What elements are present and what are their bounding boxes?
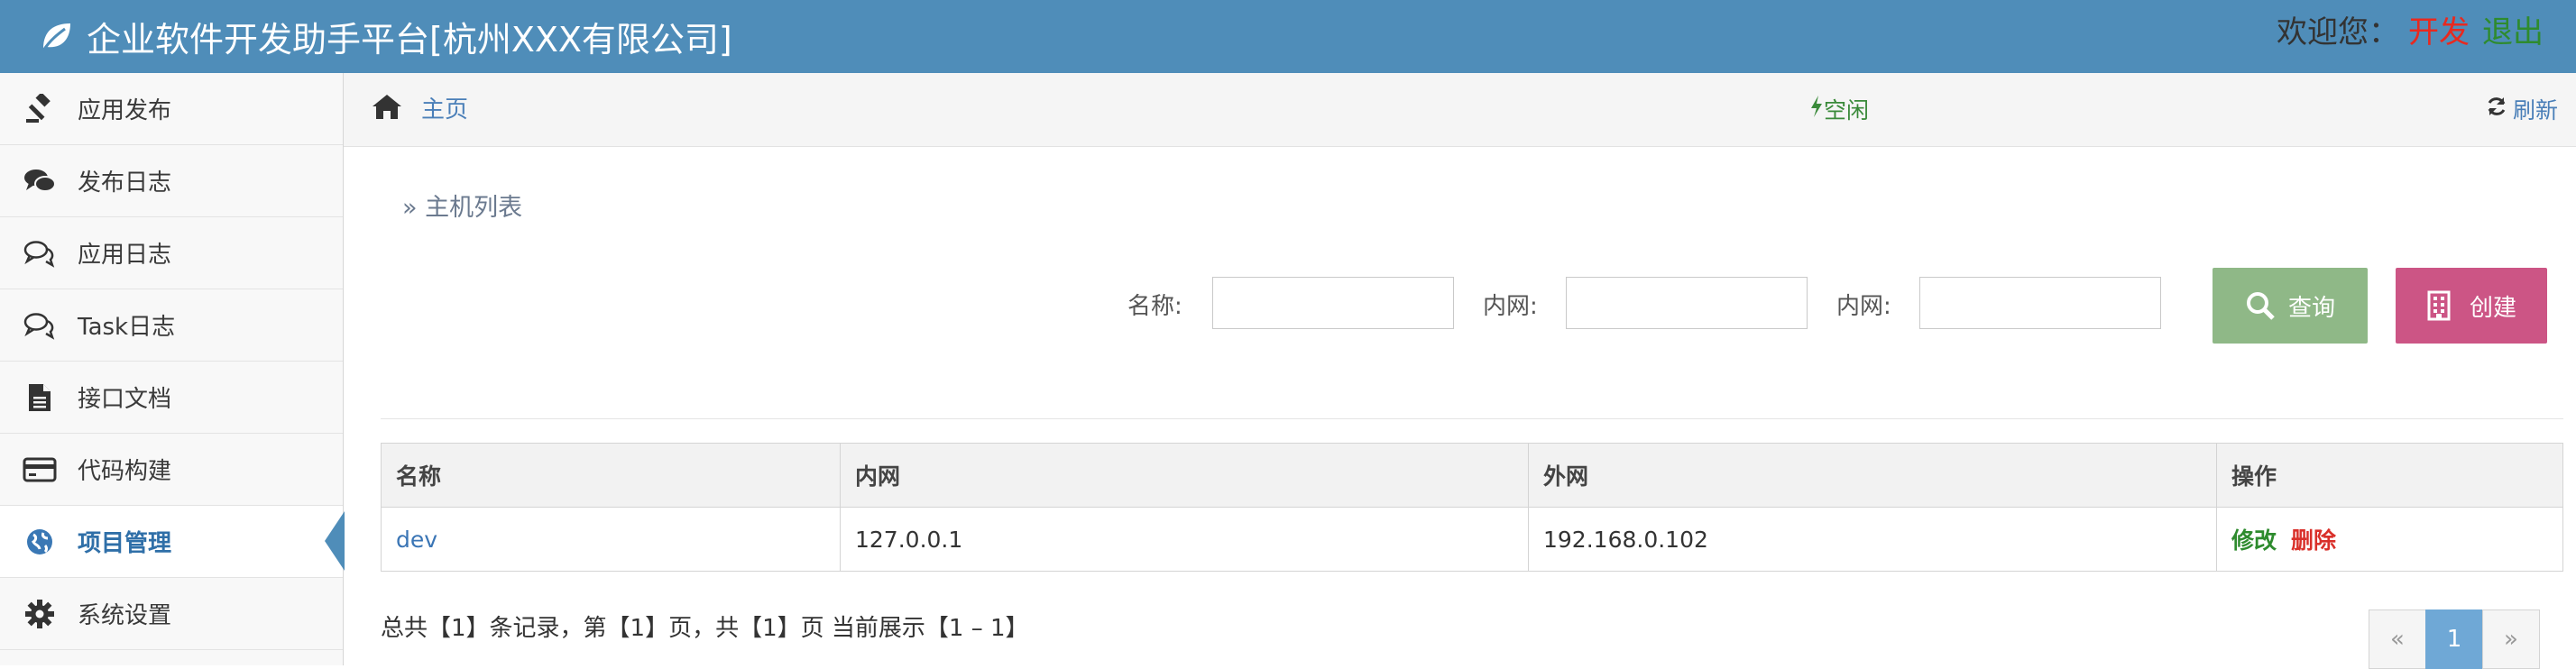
- sidebar-item-label: 应用日志: [78, 242, 172, 269]
- sidebar-item-label: 发布日志: [78, 170, 172, 197]
- sidebar-item-task-log[interactable]: Task日志: [0, 289, 343, 362]
- page-button-current[interactable]: 1: [2425, 609, 2483, 669]
- pagination: « 1 »: [2369, 609, 2540, 669]
- sidebar-item-label: 项目管理: [78, 530, 172, 557]
- home-link[interactable]: 主页: [421, 91, 468, 124]
- top-bar: 企业软件开发助手平台[杭州XXX有限公司] 欢迎您： 开发 退出: [0, 0, 2576, 73]
- sidebar-item-label: 应用发布: [78, 97, 172, 124]
- intranet-filter-label-2: 内网:: [1836, 293, 1891, 320]
- sidebar-item-project-management[interactable]: 项目管理: [0, 506, 345, 578]
- column-header-extranet: 外网: [1528, 443, 2217, 508]
- sidebar-item-label: Task日志: [78, 314, 176, 341]
- main-content: » 主机列表 名称: 内网: 内网: 查询 创建 名称 内网 外网 操作 dev…: [344, 146, 2576, 669]
- host-name-link[interactable]: dev: [396, 527, 437, 553]
- user-area: 欢迎您： 开发 退出: [2277, 0, 2544, 58]
- search-icon: [2245, 290, 2276, 321]
- intranet-filter-input[interactable]: [1566, 277, 1808, 329]
- sidebar-item-api-docs[interactable]: 接口文档: [0, 362, 343, 434]
- pagination-summary: 总共【1】条记录，第【1】页，共【1】页 当前展示【1 – 1】: [381, 615, 1029, 642]
- search-button[interactable]: 查询: [2213, 268, 2368, 344]
- cell-extranet: 192.168.0.102: [1528, 507, 2217, 572]
- divider: [381, 418, 2563, 419]
- table-row: dev 127.0.0.1 192.168.0.102 修改 删除: [381, 507, 2563, 572]
- welcome-text: 欢迎您：: [2277, 14, 2399, 50]
- sidebar-item-system-settings[interactable]: 系统设置: [0, 578, 343, 650]
- comments-outline-icon: [22, 307, 58, 344]
- section-title: » 主机列表: [402, 194, 523, 222]
- bolt-icon: [1809, 95, 1824, 124]
- refresh-label[interactable]: 刷新: [2513, 93, 2558, 125]
- logout-link[interactable]: 退出: [2482, 7, 2544, 51]
- app-title: 企业软件开发助手平台[杭州XXX有限公司]: [87, 19, 732, 60]
- globe-icon: [22, 524, 58, 560]
- comments-icon: [22, 163, 58, 199]
- refresh-button[interactable]: 刷新: [2486, 93, 2558, 125]
- sidebar-item-label: 系统设置: [78, 602, 172, 629]
- status-indicator: 空闲: [1809, 93, 1869, 125]
- credit-card-icon: [22, 452, 58, 488]
- create-button-label: 创建: [2469, 294, 2516, 322]
- table-header-row: 名称 内网 外网 操作: [381, 443, 2563, 508]
- next-page-button[interactable]: »: [2482, 609, 2540, 669]
- breadcrumb-home[interactable]: 主页: [371, 91, 468, 124]
- refresh-icon: [2486, 96, 2507, 123]
- column-header-intranet: 内网: [840, 443, 1529, 508]
- building-icon: [2426, 290, 2457, 321]
- home-icon: [371, 92, 403, 124]
- prev-page-button[interactable]: «: [2369, 609, 2426, 669]
- cell-intranet: 127.0.0.1: [840, 507, 1529, 572]
- gavel-icon: [22, 91, 58, 127]
- status-text: 空闲: [1824, 97, 1870, 124]
- sidebar-item-code-build[interactable]: 代码构建: [0, 434, 343, 506]
- leaf-icon: [38, 18, 74, 54]
- search-button-label: 查询: [2287, 294, 2335, 322]
- name-filter-input[interactable]: [1212, 277, 1454, 329]
- column-header-name: 名称: [381, 443, 841, 508]
- comments-outline-icon: [22, 235, 58, 271]
- file-text-icon: [22, 380, 58, 416]
- column-header-actions: 操作: [2216, 443, 2563, 508]
- brand: 企业软件开发助手平台[杭州XXX有限公司]: [38, 9, 732, 63]
- sidebar-item-label: 代码构建: [78, 458, 172, 485]
- intranet-filter-input-2[interactable]: [1919, 277, 2161, 329]
- gear-icon: [22, 596, 58, 632]
- username-link[interactable]: 开发: [2408, 7, 2470, 51]
- sidebar: 应用发布 发布日志 应用日志 Task日志 接口文档 代码构建 项目管理 系统设…: [0, 73, 345, 665]
- edit-link[interactable]: 修改: [2231, 527, 2277, 554]
- sidebar-item-app-release[interactable]: 应用发布: [0, 73, 343, 145]
- host-table: 名称 内网 外网 操作 dev 127.0.0.1 192.168.0.102 …: [381, 443, 2563, 572]
- name-filter-label: 名称:: [1127, 293, 1182, 320]
- sidebar-item-label: 接口文档: [78, 386, 172, 413]
- sidebar-item-release-log[interactable]: 发布日志: [0, 145, 343, 217]
- active-indicator: [325, 511, 345, 571]
- cell-actions: 修改 删除: [2216, 507, 2563, 572]
- breadcrumb: 主页 空闲 刷新: [344, 73, 2576, 147]
- delete-link[interactable]: 删除: [2291, 527, 2336, 554]
- cell-name: dev: [381, 507, 841, 572]
- create-button[interactable]: 创建: [2396, 268, 2547, 344]
- sidebar-item-app-log[interactable]: 应用日志: [0, 217, 343, 289]
- intranet-filter-label: 内网:: [1483, 293, 1538, 320]
